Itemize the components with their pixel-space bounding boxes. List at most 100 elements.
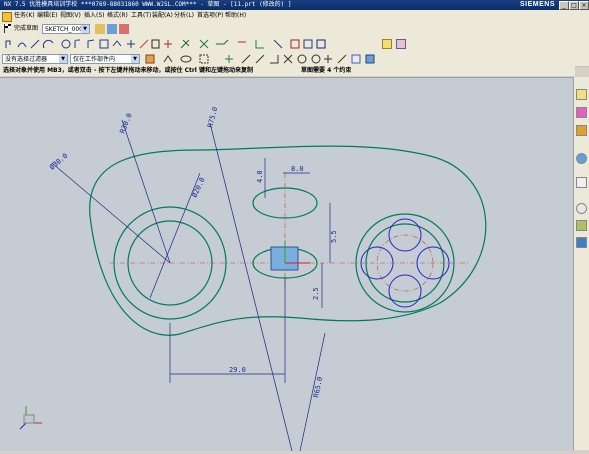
siemens-logo: SIEMENS xyxy=(519,1,555,8)
menu-tools[interactable]: 工具(T) xyxy=(131,10,151,22)
window-title: NX 7.5 优胜模具培训学校 ***0769-88031860 WWW.WJS… xyxy=(4,1,292,8)
extend-icon xyxy=(180,39,190,49)
reattach-icon[interactable] xyxy=(107,24,117,34)
dim-2-5: 2.5 xyxy=(312,287,320,300)
arc-icon xyxy=(17,42,27,48)
selection-scope-select[interactable]: 仅在工作部件内 ▼ xyxy=(70,54,140,64)
snap-point-icons xyxy=(145,54,375,64)
snap-control-icon xyxy=(270,55,279,64)
auto-constrain-icon xyxy=(273,39,283,49)
minimize-icon[interactable]: _ xyxy=(559,1,569,10)
clock-icon[interactable] xyxy=(576,203,587,214)
finish-sketch-button[interactable]: 完成草图 xyxy=(14,22,38,36)
dim-line-r75 xyxy=(209,122,293,452)
sketch-name-select[interactable]: SKETCH_000 ▼ xyxy=(42,24,90,34)
general-select-icon xyxy=(145,54,155,64)
csys-triad-icon xyxy=(19,406,42,430)
close-icon[interactable]: × xyxy=(579,1,589,10)
nx-logo-icon xyxy=(2,12,12,22)
inferred-constraints-icon[interactable] xyxy=(382,39,392,49)
menu-insert[interactable]: 插入(S) xyxy=(84,10,105,22)
make-corner-icon xyxy=(199,39,209,49)
graphics-window[interactable]: R30.0 R75.0 Ø30.0 Ø20.0 4.0 8.0 5.5 2.5 … xyxy=(0,77,573,452)
rectangle-select-icon xyxy=(199,54,209,64)
dim-4: 4.0 xyxy=(256,170,264,183)
curve-toolbar xyxy=(0,36,589,53)
resource-bar xyxy=(573,77,589,450)
snap-intersect-icon xyxy=(283,54,293,64)
snap-on-face-icon xyxy=(351,54,361,64)
flag-icon[interactable] xyxy=(3,24,12,33)
chevron-down-icon[interactable]: ▼ xyxy=(131,55,139,63)
sketch-settings-icon[interactable] xyxy=(396,39,406,49)
type-filter-select[interactable]: 没有选择过滤器 ▼ xyxy=(2,54,68,64)
menu-preferences[interactable]: 首选项(P) xyxy=(197,10,223,22)
dim-line-dia30 xyxy=(51,162,171,264)
dim-r65: R65.0 xyxy=(312,376,324,398)
chamfer-icon xyxy=(87,39,95,48)
rectangle-icon xyxy=(99,39,109,49)
menu-format[interactable]: 格式(R) xyxy=(107,10,128,22)
offset-icon xyxy=(139,39,149,49)
point-icon xyxy=(127,40,135,48)
menu-help[interactable]: 帮助(H) xyxy=(225,10,246,22)
part-navigator-icon[interactable] xyxy=(576,89,587,100)
title-bar: NX 7.5 优胜模具培训学校 ***0769-88031860 WWW.WJS… xyxy=(0,0,589,10)
menu-analysis[interactable]: 分析(L) xyxy=(174,10,194,22)
feature-icon xyxy=(180,55,192,63)
status-line: 草图需要 4 个约束 xyxy=(301,67,352,74)
constraint-icon xyxy=(255,40,264,49)
sketch-name-value: SKETCH_000 xyxy=(45,26,84,33)
snap-point-icon xyxy=(225,55,233,63)
update-model-icon[interactable] xyxy=(119,24,129,34)
roles-icon[interactable] xyxy=(576,237,587,248)
profile-icon xyxy=(5,40,11,48)
snap-bounded-icon xyxy=(365,54,375,64)
fillet-icon xyxy=(74,39,81,48)
selection-scope-value: 仅在工作部件内 xyxy=(73,56,116,63)
cue-line: 选择对象并使用 MB3，或者双击 - 按下左键并拖动来移动，或按住 Ctrl 键… xyxy=(3,67,253,74)
dim-5-5: 5.5 xyxy=(330,230,338,243)
snap-on-curve-icon xyxy=(337,54,347,64)
snap-end-icon xyxy=(241,54,251,64)
dim-r75: R75.0 xyxy=(206,106,219,128)
dim-line-r30 xyxy=(121,119,171,264)
arc2-icon xyxy=(42,39,54,49)
maximize-icon[interactable]: □ xyxy=(569,1,579,10)
snap-quadrant-icon xyxy=(311,54,321,64)
quick-trim-icon xyxy=(164,40,172,48)
reuse-library-icon[interactable] xyxy=(576,220,587,231)
snap-existing-icon xyxy=(324,55,332,63)
select-icon xyxy=(163,55,173,63)
menu-assembly[interactable]: 装配(A) xyxy=(152,10,173,22)
history-icon[interactable] xyxy=(576,177,587,188)
show-constraints-icon xyxy=(290,39,300,49)
sketch-drawing[interactable]: R30.0 R75.0 Ø30.0 Ø20.0 4.0 8.0 5.5 2.5 … xyxy=(0,78,573,452)
alternate-solution-icon xyxy=(316,39,326,49)
convert-icon xyxy=(303,39,313,49)
status-bar: 选择对象并使用 MB3，或者双击 - 按下左键并拖动来移动，或按住 Ctrl 键… xyxy=(0,66,575,76)
dim-8: 8.0 xyxy=(291,165,304,173)
sketch-toolbar: 完成草图 SKETCH_000 ▼ xyxy=(0,22,589,37)
project-icon xyxy=(151,39,160,49)
chevron-down-icon[interactable]: ▼ xyxy=(81,25,89,33)
menu-edit[interactable]: 编辑(E) xyxy=(37,10,57,22)
web-browser-icon[interactable] xyxy=(576,153,587,164)
selection-toolbar: 没有选择过滤器 ▼ 仅在工作部件内 ▼ xyxy=(0,52,589,67)
line-icon xyxy=(30,39,40,49)
mirror-icon xyxy=(216,39,229,45)
dim-dia20: Ø20.0 xyxy=(191,176,207,198)
assembly-navigator-icon[interactable] xyxy=(576,107,587,118)
menu-view[interactable]: 视图(V) xyxy=(60,10,81,22)
type-filter-value: 没有选择过滤器 xyxy=(5,56,48,63)
menu-task[interactable]: 任务(K) xyxy=(14,10,35,22)
dim-29: 29.0 xyxy=(229,366,246,374)
constraint-navigator-icon[interactable] xyxy=(576,125,587,136)
chevron-down-icon[interactable]: ▼ xyxy=(59,55,67,63)
polygon-icon xyxy=(112,40,122,47)
orient-view-icon[interactable] xyxy=(95,24,105,34)
snap-mid-icon xyxy=(255,54,265,64)
circle-icon xyxy=(61,39,71,49)
snap-center-icon xyxy=(297,54,307,64)
dim-r30: R30.0 xyxy=(118,112,133,135)
